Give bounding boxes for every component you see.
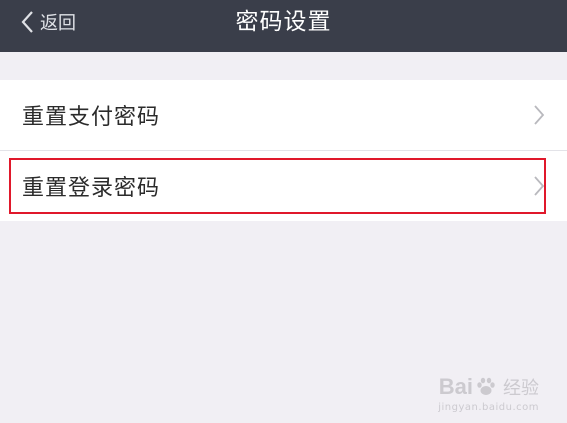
page-title: 密码设置 [235,9,332,35]
list-item-reset-payment-password[interactable]: 重置支付密码 [0,80,567,150]
watermark-brand-cn: 经验 [503,378,539,399]
list-item-label: 重置登录密码 [22,176,161,201]
watermark-brand: Bai [438,374,473,399]
paw-icon [477,377,495,395]
settings-list: 重置支付密码 重置登录密码 [0,80,567,221]
nav-bar: 返回 密码设置 [0,0,567,52]
list-item-label: 重置支付密码 [22,105,161,130]
chevron-right-icon [534,176,545,196]
list-item-reset-login-password[interactable]: 重置登录密码 [0,150,567,221]
watermark-url: jingyan.baidu.com [438,402,539,413]
watermark: Bai 经验 jingyan.baidu.com [438,374,539,413]
chevron-right-icon [534,105,545,125]
